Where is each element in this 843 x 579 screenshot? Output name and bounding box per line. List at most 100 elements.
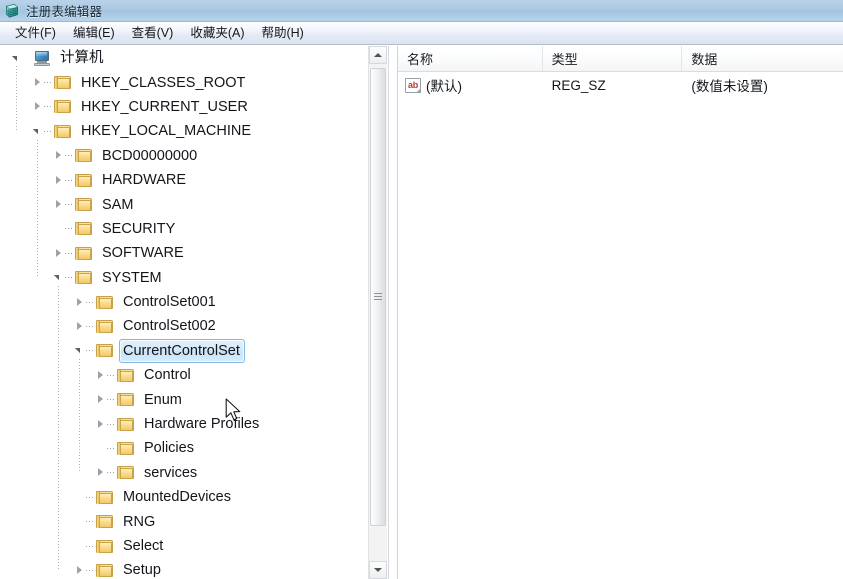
folder-icon	[96, 514, 114, 529]
tree-item-security[interactable]: SECURITY	[0, 217, 368, 241]
scroll-up-arrow[interactable]	[369, 46, 387, 64]
menu-favorites[interactable]: 收藏夹(A)	[182, 23, 253, 43]
tree-connector-line	[86, 569, 95, 571]
menu-view[interactable]: 查看(V)	[124, 23, 183, 43]
expander-collapsed-icon[interactable]	[94, 466, 107, 479]
folder-icon	[117, 368, 135, 383]
expander-expanded-icon[interactable]	[10, 52, 23, 65]
value-name-label: (默认)	[426, 79, 462, 94]
tree-vertical-scrollbar[interactable]	[368, 46, 387, 579]
tree-connector-line	[107, 423, 116, 425]
tree-item-currentcontrolset[interactable]: CurrentControlSet	[0, 338, 368, 363]
column-header-name[interactable]: 名称	[398, 46, 543, 71]
expander-collapsed-icon[interactable]	[52, 198, 65, 211]
tree-item-bcd00000000[interactable]: BCD00000000	[0, 144, 368, 168]
tree-connector-line	[44, 106, 53, 108]
tree-item-controlset002[interactable]: ControlSet002	[0, 314, 368, 338]
folder-icon	[75, 246, 93, 261]
folder-icon	[96, 295, 114, 310]
tree-item-rng[interactable]: RNG	[0, 509, 368, 533]
value-name-cell: (默认)	[398, 75, 543, 95]
computer-icon	[33, 50, 51, 67]
tree-item--[interactable]: 计算机	[0, 46, 368, 70]
tree-connector-line	[107, 472, 116, 474]
expander-expanded-icon[interactable]	[31, 125, 44, 138]
tree-connector-line	[44, 130, 53, 132]
registry-editor-window: 注册表编辑器 文件(F) 编辑(E) 查看(V) 收藏夹(A) 帮助(H) 计算…	[0, 0, 843, 579]
menu-file[interactable]: 文件(F)	[7, 23, 65, 43]
tree-item-hkey-local-machine[interactable]: HKEY_LOCAL_MACHINE	[0, 119, 368, 143]
expander-collapsed-icon[interactable]	[31, 76, 44, 89]
string-value-icon	[405, 77, 421, 93]
column-header-data[interactable]: 数据	[682, 46, 843, 71]
folder-icon	[75, 197, 93, 212]
tree-item-hkey-classes-root[interactable]: HKEY_CLASSES_ROOT	[0, 70, 368, 94]
tree-connector-line	[23, 58, 32, 59]
tree-item-system[interactable]: SYSTEM	[0, 266, 368, 290]
tree-item-label: BCD00000000	[102, 147, 198, 164]
scrollbar-grip-icon	[374, 293, 382, 301]
folder-icon	[96, 343, 114, 358]
tree-item-label: Setup	[123, 562, 161, 579]
tree-connector-line	[107, 399, 116, 401]
tree-item-control[interactable]: Control	[0, 363, 368, 387]
expander-collapsed-icon[interactable]	[73, 296, 86, 309]
tree-item-label: services	[144, 464, 198, 481]
expander-collapsed-icon[interactable]	[94, 418, 107, 431]
column-header-type[interactable]: 类型	[543, 46, 683, 71]
expander-collapsed-icon[interactable]	[73, 320, 86, 333]
table-row[interactable]: (默认) REG_SZ (数值未设置)	[398, 72, 843, 98]
tree-connector-line	[44, 82, 53, 84]
tree-item-hardware[interactable]: HARDWARE	[0, 168, 368, 192]
folder-icon	[117, 417, 135, 432]
tree-connector-line	[86, 521, 95, 523]
menu-edit[interactable]: 编辑(E)	[65, 23, 124, 43]
tree-item-setup[interactable]: Setup	[0, 558, 368, 579]
expander-collapsed-icon[interactable]	[73, 564, 86, 577]
tree-item-select[interactable]: Select	[0, 534, 368, 558]
expander-collapsed-icon[interactable]	[94, 393, 107, 406]
expander-collapsed-icon[interactable]	[52, 174, 65, 187]
registry-values-pane: 名称 类型 数据 (默认) REG_SZ (数值未设置)	[397, 46, 843, 579]
scrollbar-thumb[interactable]	[370, 68, 386, 526]
tree-connector-line	[65, 277, 74, 279]
folder-icon	[75, 270, 93, 285]
tree-item-hardware-profiles[interactable]: Hardware Profiles	[0, 412, 368, 436]
tree-item-software[interactable]: SOFTWARE	[0, 241, 368, 265]
expander-expanded-icon[interactable]	[73, 344, 86, 357]
tree-connector-line	[86, 325, 95, 327]
tree-item-enum[interactable]: Enum	[0, 387, 368, 411]
scroll-down-arrow[interactable]	[369, 561, 387, 579]
tree-item-policies[interactable]: Policies	[0, 436, 368, 460]
tree-item-label: Policies	[144, 440, 194, 457]
tree-item-controlset001[interactable]: ControlSet001	[0, 290, 368, 314]
folder-icon	[54, 124, 72, 139]
tree-item-hkey-current-user[interactable]: HKEY_CURRENT_USER	[0, 95, 368, 119]
menu-bar: 文件(F) 编辑(E) 查看(V) 收藏夹(A) 帮助(H)	[0, 22, 843, 45]
folder-icon	[117, 465, 135, 480]
tree-item-services[interactable]: services	[0, 461, 368, 485]
expander-collapsed-icon[interactable]	[52, 247, 65, 260]
tree-item-label: MountedDevices	[123, 489, 231, 506]
tree-item-sam[interactable]: SAM	[0, 192, 368, 216]
tree-item-label: 计算机	[60, 50, 104, 67]
scroll-up-arrow-icon	[374, 53, 382, 57]
expander-collapsed-icon[interactable]	[52, 149, 65, 162]
tree-connector-line	[86, 496, 95, 498]
column-header-name-label: 名称	[407, 52, 434, 67]
menu-help[interactable]: 帮助(H)	[253, 23, 312, 43]
expander-collapsed-icon[interactable]	[31, 100, 44, 113]
registry-editor-icon	[4, 3, 20, 19]
tree-item-mounteddevices[interactable]: MountedDevices	[0, 485, 368, 509]
expander-expanded-icon[interactable]	[52, 271, 65, 284]
expander-collapsed-icon[interactable]	[94, 369, 107, 382]
tree-item-label: HKEY_LOCAL_MACHINE	[81, 123, 252, 140]
tree-item-label: SYSTEM	[102, 269, 162, 286]
registry-tree[interactable]: 计算机 HKEY_CLASSES_ROOT HKEY_CURRENT_USER HKE…	[0, 46, 368, 579]
scroll-down-arrow-icon	[374, 568, 382, 572]
title-bar: 注册表编辑器	[0, 0, 843, 22]
